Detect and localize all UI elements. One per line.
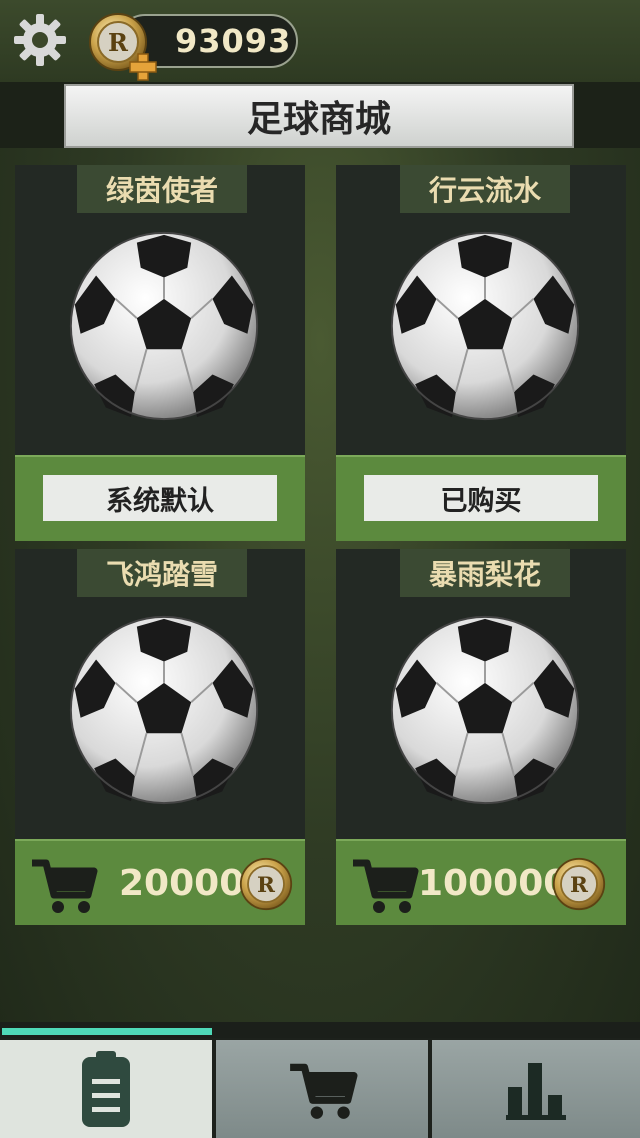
card-name: 行云流水 xyxy=(428,174,541,207)
progress-fill xyxy=(2,1028,212,1035)
cart-icon xyxy=(27,853,99,915)
card-name-tab: 绿茵使者 xyxy=(77,165,247,213)
balance-amount: 93093 xyxy=(175,22,292,60)
tab-shop[interactable] xyxy=(216,1040,428,1138)
soccer-ball-icon xyxy=(390,231,580,421)
settings-gear-icon[interactable] xyxy=(12,12,68,68)
cart-icon xyxy=(286,1054,358,1124)
price-amount: 20000 xyxy=(119,863,245,904)
soccer-ball-icon xyxy=(390,615,580,805)
status-label: 已购买 xyxy=(440,485,522,517)
add-currency-plus-icon[interactable] xyxy=(128,52,158,82)
status-default-button[interactable]: 系统默认 xyxy=(43,475,277,521)
buy-footer[interactable]: 100000 xyxy=(336,839,626,925)
ball-card-2[interactable]: 行云流水 已购买 xyxy=(336,165,626,541)
shop-title-text: 足球商城 xyxy=(246,99,391,140)
ball-card-1[interactable]: 绿茵使者 系统默认 xyxy=(15,165,305,541)
soccer-ball-icon xyxy=(69,231,259,421)
price-amount: 100000 xyxy=(418,863,569,904)
card-footer: 系统默认 xyxy=(15,455,305,541)
shop-title: 足球商城 xyxy=(64,84,574,148)
ball-card-4[interactable]: 暴雨梨花 100000 xyxy=(336,549,626,925)
clipboard-icon xyxy=(82,1051,130,1127)
status-label: 系统默认 xyxy=(106,485,214,517)
tab-stats[interactable] xyxy=(432,1040,640,1138)
ball-card-3[interactable]: 飞鸿踏雪 20000 xyxy=(15,549,305,925)
card-name: 绿茵使者 xyxy=(105,174,218,207)
tab-items[interactable] xyxy=(0,1040,212,1138)
price-coin-icon xyxy=(239,857,293,911)
soccer-ball-icon xyxy=(69,615,259,805)
bar-chart-icon xyxy=(506,1063,566,1120)
card-name: 飞鸿踏雪 xyxy=(105,558,218,591)
cart-icon xyxy=(348,853,420,915)
card-footer: 已购买 xyxy=(336,455,626,541)
buy-footer[interactable]: 20000 xyxy=(15,839,305,925)
card-name-tab: 飞鸿踏雪 xyxy=(77,549,247,597)
price-coin-icon xyxy=(552,857,606,911)
card-name: 暴雨梨花 xyxy=(428,558,541,591)
card-name-tab: 行云流水 xyxy=(400,165,570,213)
card-name-tab: 暴雨梨花 xyxy=(400,549,570,597)
status-purchased-button[interactable]: 已购买 xyxy=(364,475,598,521)
